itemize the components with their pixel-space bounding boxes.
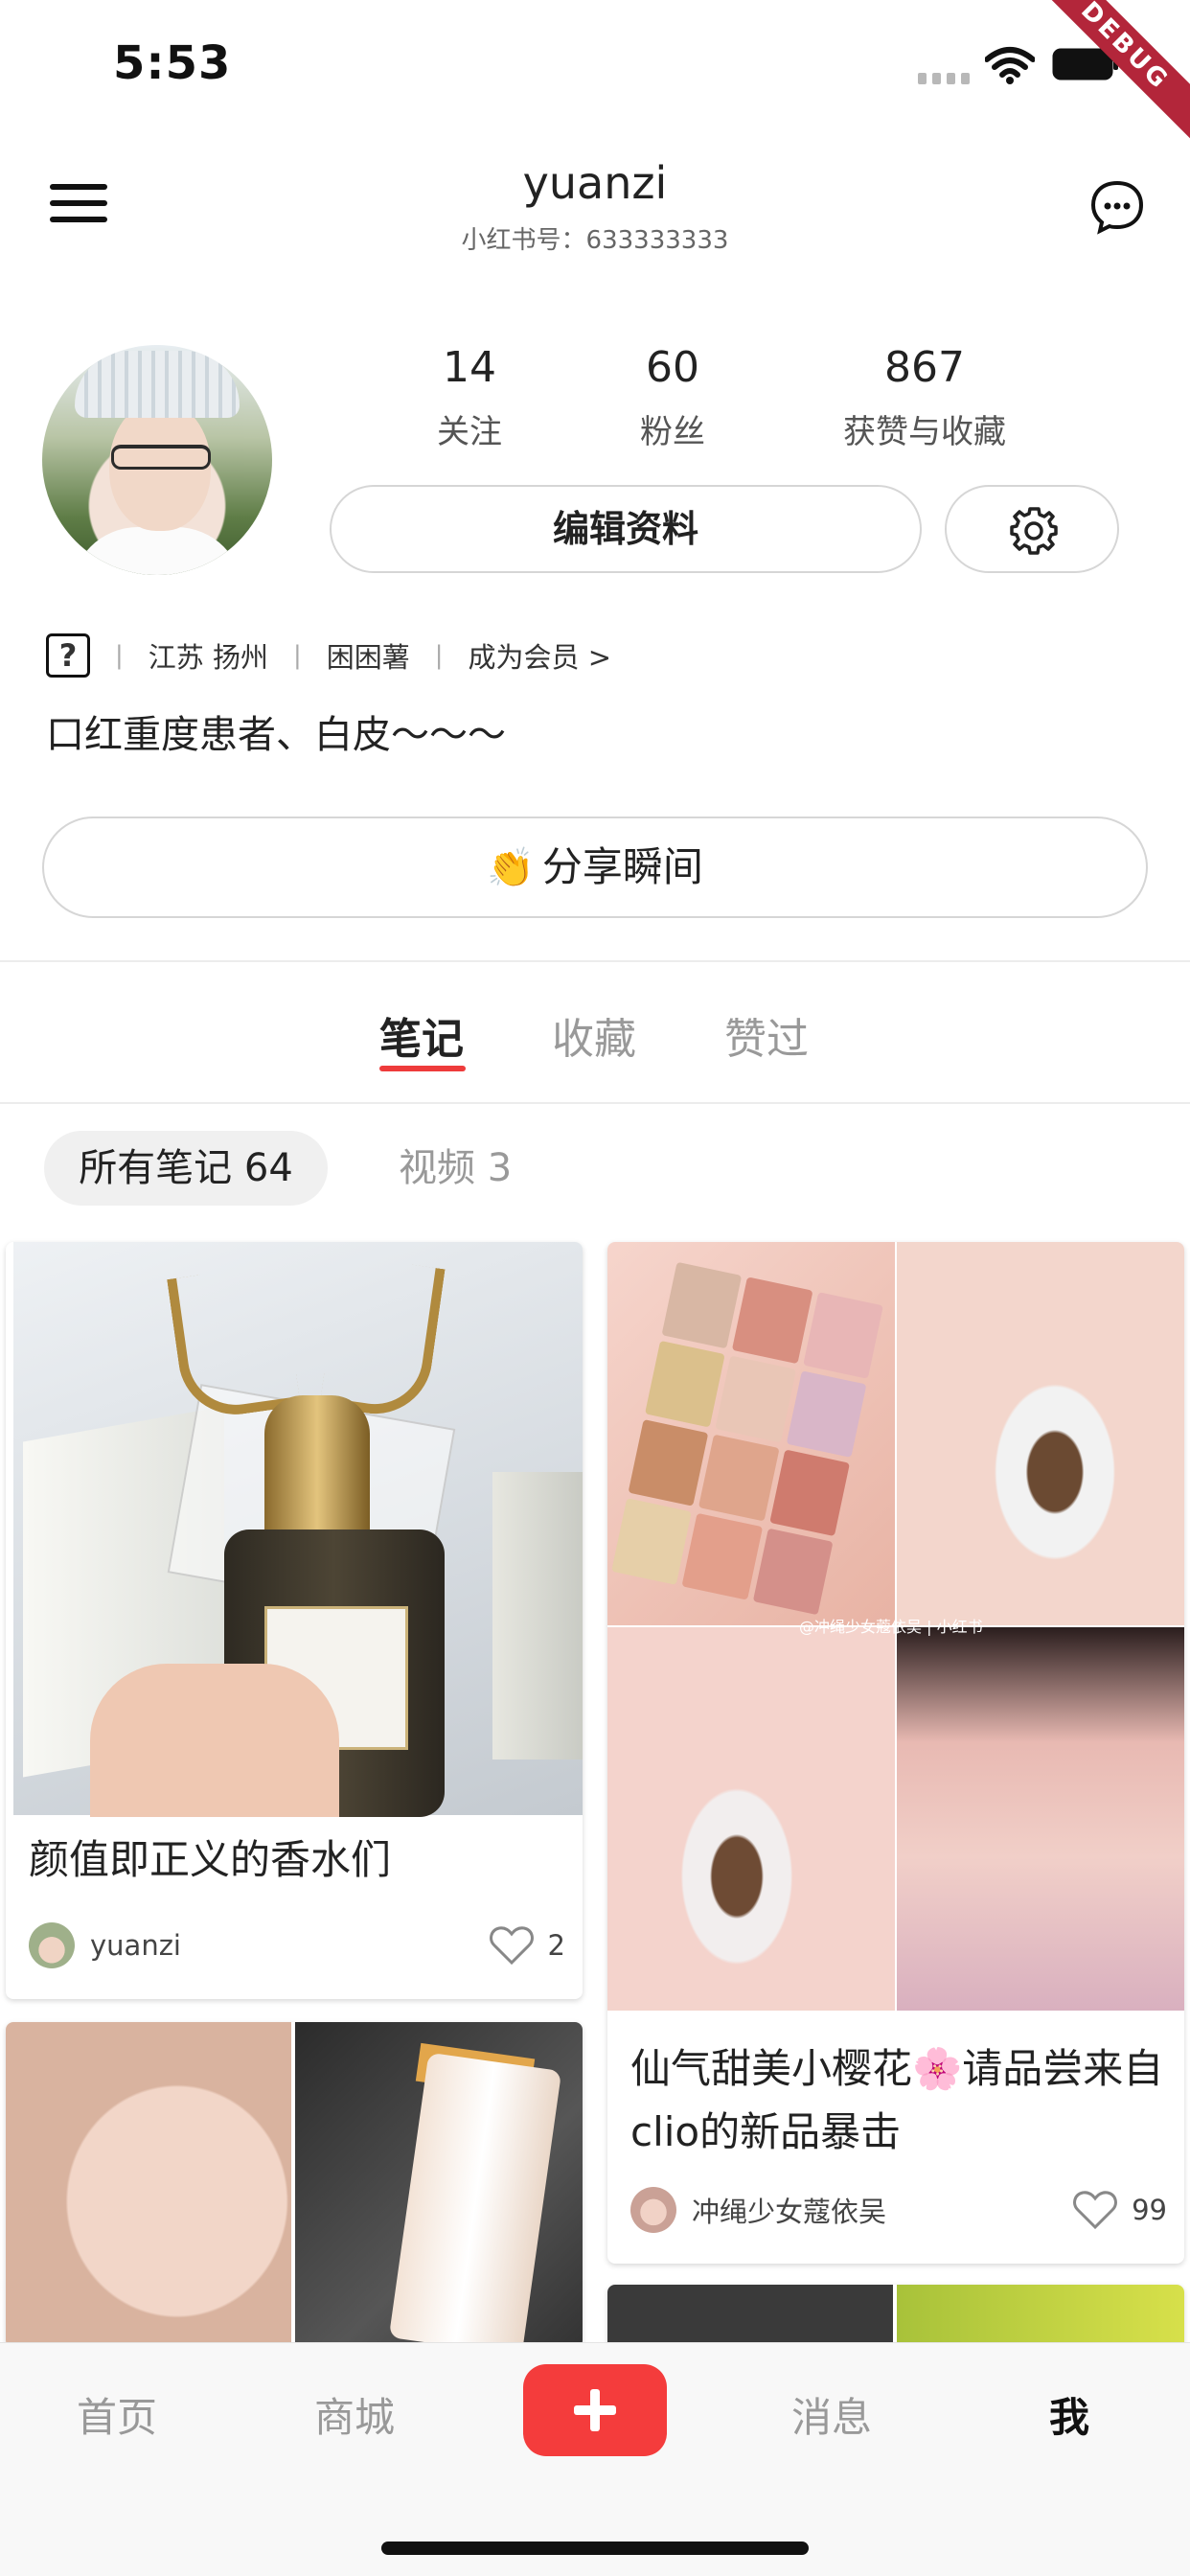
stat-fans-label: 粉丝	[640, 413, 705, 451]
user-id-label: 小红书号：633333333	[461, 226, 729, 255]
stat-likes[interactable]: 867 获赞与收藏	[814, 343, 1035, 452]
share-moment-button[interactable]: 👏 分享瞬间	[42, 816, 1148, 918]
author-avatar	[630, 2187, 676, 2233]
content-tabs: 笔记 收藏 赞过	[0, 997, 1190, 1073]
nav-messages[interactable]: 消息	[791, 2385, 872, 2444]
nav-me[interactable]: 我	[1049, 2385, 1089, 2444]
tab-liked[interactable]: 赞过	[724, 1004, 809, 1066]
image-watermark: @冲绳少女蔻依吴 | 小红书	[799, 1618, 983, 1636]
like-count: 2	[547, 1929, 565, 1962]
location-label: 江苏 扬州	[148, 641, 268, 674]
stat-following-count: 14	[443, 343, 496, 392]
tab-collections[interactable]: 收藏	[552, 1004, 636, 1066]
note-cover-image	[6, 2022, 583, 2348]
divider	[0, 960, 1190, 962]
stat-likes-count: 867	[884, 343, 965, 392]
tab-notes[interactable]: 笔记	[379, 1004, 464, 1066]
gear-icon	[1010, 507, 1058, 555]
status-bar: 5:53 DEBUG	[0, 0, 1190, 155]
settings-button[interactable]	[945, 485, 1119, 573]
heart-icon[interactable]	[489, 1924, 535, 1966]
wifi-icon	[985, 47, 1035, 84]
stat-likes-label: 获赞与收藏	[843, 413, 1006, 451]
share-moment-label: 分享瞬间	[541, 843, 703, 890]
filter-all-notes[interactable]: 所有笔记 64	[44, 1131, 328, 1206]
home-indicator	[381, 2542, 809, 2555]
note-meta: 冲绳少女蔻依吴 99	[630, 2183, 1167, 2237]
profile-tag: 困困薯	[326, 641, 410, 674]
profile-header: yuanzi 小红书号：633333333	[0, 144, 1190, 268]
note-card[interactable]	[6, 2022, 583, 2348]
active-tab-indicator	[379, 1066, 466, 1071]
gender-unknown-icon: ?	[46, 633, 90, 678]
note-card[interactable]: 颜值即正义的香水们 yuanzi 2	[6, 1242, 583, 1999]
chat-icon[interactable]	[1088, 178, 1146, 236]
avatar[interactable]	[42, 345, 272, 575]
note-meta: yuanzi 2	[29, 1919, 565, 1972]
profile-info-row: ? | 江苏 扬州 | 困困薯 | 成为会员 >	[46, 629, 611, 682]
status-time: 5:53	[113, 36, 232, 90]
filter-videos[interactable]: 视频 3	[399, 1131, 512, 1206]
nav-home[interactable]: 首页	[77, 2385, 157, 2444]
author-name: 冲绳少女蔻依吴	[692, 2196, 887, 2228]
note-cover-image	[13, 1242, 583, 1817]
note-card[interactable]: @冲绳少女蔻依吴 | 小红书 仙气甜美小樱花🌸请品尝来自clio的新品暴击 冲绳…	[607, 1242, 1184, 2264]
note-cover-image: @冲绳少女蔻依吴 | 小红书	[607, 1242, 1184, 2012]
stat-fans-count: 60	[646, 343, 699, 392]
note-title: 颜值即正义的香水们	[29, 1836, 392, 1883]
stat-following[interactable]: 14 关注	[402, 343, 537, 452]
note-title: 仙气甜美小樱花🌸请品尝来自clio的新品暴击	[630, 2045, 1164, 2155]
become-member-link[interactable]: 成为会员 >	[469, 635, 612, 676]
author-avatar	[29, 1922, 75, 1968]
edit-profile-button[interactable]: 编辑资料	[330, 485, 922, 573]
bio-text: 口红重度患者、白皮～～～	[46, 713, 506, 757]
heart-icon[interactable]	[1072, 2189, 1118, 2231]
nav-mall[interactable]: 商城	[314, 2385, 395, 2444]
username-title: yuanzi	[522, 157, 668, 209]
like-count: 99	[1132, 2194, 1167, 2226]
create-post-button[interactable]	[523, 2364, 667, 2456]
author-name: yuanzi	[90, 1929, 181, 1962]
stat-following-label: 关注	[437, 413, 502, 451]
clapping-hands-icon: 👏	[487, 846, 535, 890]
divider	[0, 1102, 1190, 1104]
stat-fans[interactable]: 60 粉丝	[606, 343, 740, 452]
signal-icon	[918, 73, 972, 84]
